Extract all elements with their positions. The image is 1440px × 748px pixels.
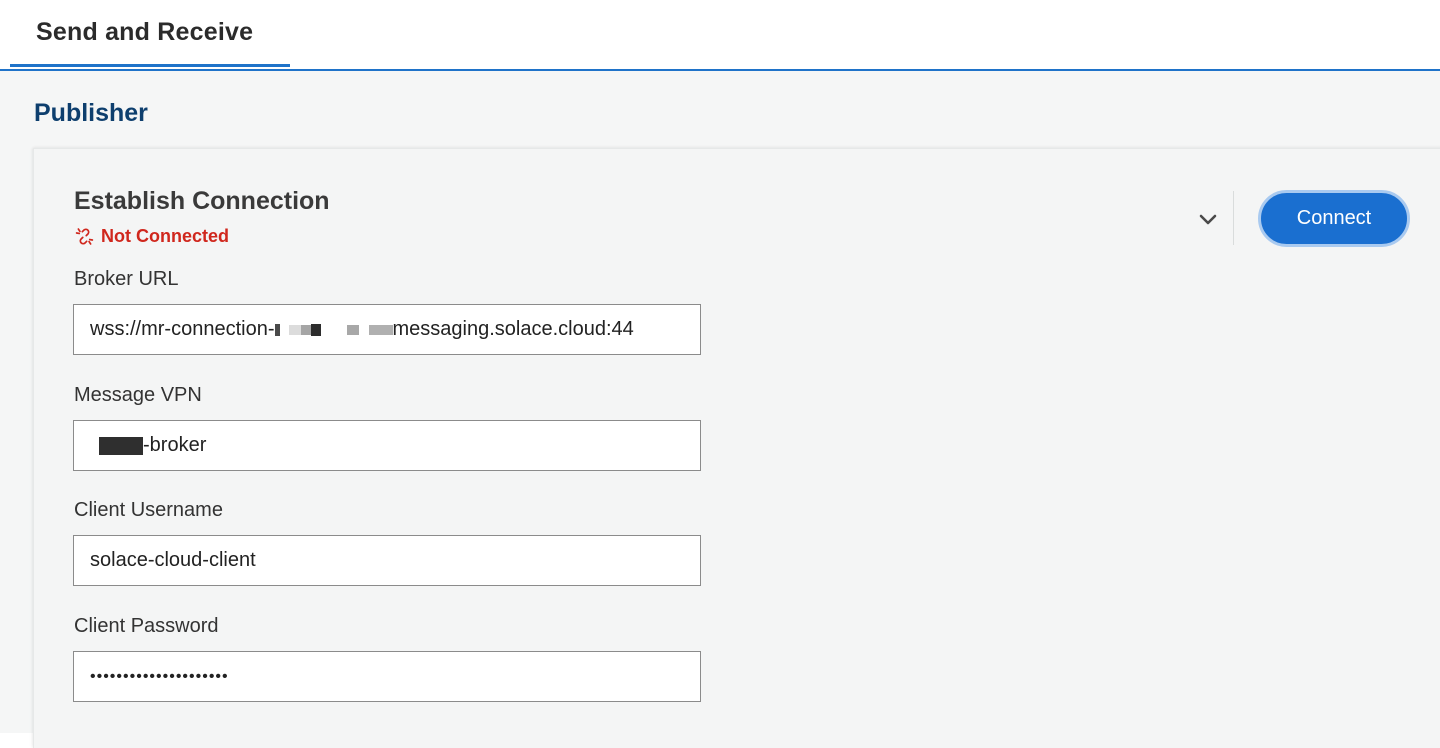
active-tab-indicator: [10, 64, 290, 67]
status-text: Not Connected: [101, 226, 229, 247]
client-password-value: •••••••••••••••••••••: [90, 668, 229, 685]
broker-url-value-end: messaging.solace.cloud:44: [393, 318, 634, 340]
establish-connection-card: Establish Connection Not Connected Conne…: [33, 148, 1440, 748]
connection-status: Not Connected: [74, 226, 229, 247]
tab-label: Send and Receive: [36, 18, 253, 47]
message-vpn-value: -broker: [143, 434, 206, 456]
broker-url-label: Broker URL: [74, 268, 178, 291]
message-vpn-input[interactable]: -broker: [73, 420, 701, 471]
redacted-region: [275, 324, 393, 336]
client-password-label: Client Password: [74, 615, 219, 638]
client-username-label: Client Username: [74, 499, 223, 522]
chevron-down-icon[interactable]: [1196, 207, 1220, 231]
connect-button[interactable]: Connect: [1258, 190, 1410, 247]
message-vpn-label: Message VPN: [74, 384, 202, 407]
tab-send-and-receive[interactable]: Send and Receive: [10, 0, 290, 69]
redacted-region: [99, 437, 143, 455]
client-username-input[interactable]: solace-cloud-client: [73, 535, 701, 586]
broker-url-value-start: wss://mr-connection-: [90, 318, 275, 340]
section-title: Publisher: [34, 99, 148, 128]
client-username-value: solace-cloud-client: [90, 549, 256, 571]
page-content: Publisher Establish Connection Not Conne…: [0, 71, 1440, 733]
client-password-input[interactable]: •••••••••••••••••••••: [73, 651, 701, 702]
broker-url-input[interactable]: wss://mr-connection- messaging.solace.cl…: [73, 304, 701, 355]
broken-link-icon: [74, 226, 95, 247]
header-divider: [1233, 191, 1234, 245]
tab-bar: Send and Receive: [0, 0, 1440, 71]
card-title: Establish Connection: [74, 187, 330, 216]
